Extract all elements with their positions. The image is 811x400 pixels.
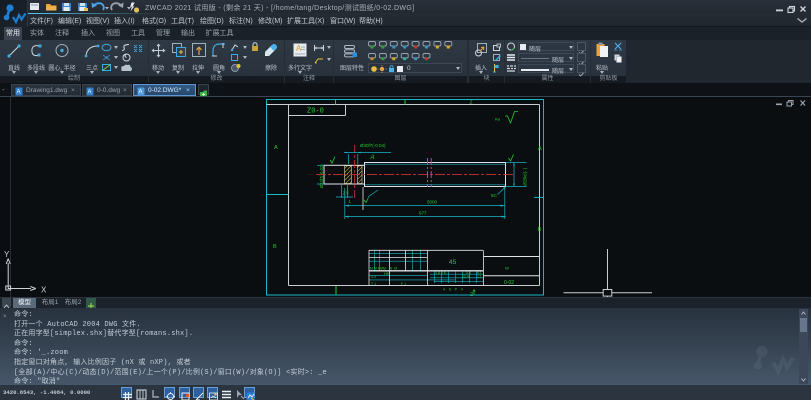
svg-text:Z0-0: Z0-0 <box>307 108 324 116</box>
svg-text:1: 1 <box>349 199 352 204</box>
svg-text:Y: Y <box>4 250 10 259</box>
svg-text:2: 2 <box>470 100 473 106</box>
svg-text:1 8 4 8: 1 8 4 8 <box>435 271 446 275</box>
svg-text:0-02: 0-02 <box>504 280 514 286</box>
svg-text:5C: 5C <box>491 193 498 198</box>
svg-text:2.5: 2.5 <box>343 191 350 196</box>
svg-text:Ø25k6(··): Ø25k6(··) <box>522 167 527 186</box>
svg-text:Ø30f7(-0.04): Ø30f7(-0.04) <box>360 143 386 148</box>
svg-text:A: A <box>17 89 21 95</box>
svg-text:A: A <box>296 44 302 53</box>
svg-text:B: B <box>538 227 542 233</box>
svg-text:1:1: 1:1 <box>477 274 482 278</box>
svg-text:B: B <box>273 244 277 250</box>
svg-text:T 1: T 1 <box>371 282 376 286</box>
svg-text:12:41: 12:41 <box>462 274 471 278</box>
svg-text:677: 677 <box>419 211 427 216</box>
svg-text:5000: 5000 <box>427 200 438 205</box>
svg-text:A: A <box>88 89 92 95</box>
svg-text:A: A <box>139 89 143 95</box>
svg-text:F 1: F 1 <box>401 282 406 286</box>
svg-text:W: W <box>505 266 509 271</box>
svg-text:A: A <box>274 145 278 151</box>
svg-text:45: 45 <box>449 259 457 266</box>
svg-text:A: A <box>538 146 542 152</box>
svg-text:X: X <box>41 286 47 295</box>
svg-text:M M KMM W M: M M KMM W M <box>370 267 397 271</box>
svg-text:Ø24f7(-0.02): Ø24f7(-0.02) <box>319 164 324 188</box>
svg-text:HE: HE <box>384 271 390 276</box>
svg-text:A: A <box>370 155 375 161</box>
svg-text:Ra: Ra <box>495 117 501 122</box>
svg-text:3.4: 3.4 <box>371 275 376 279</box>
svg-text:4 6 P 4: 4 6 P 4 <box>443 288 463 292</box>
